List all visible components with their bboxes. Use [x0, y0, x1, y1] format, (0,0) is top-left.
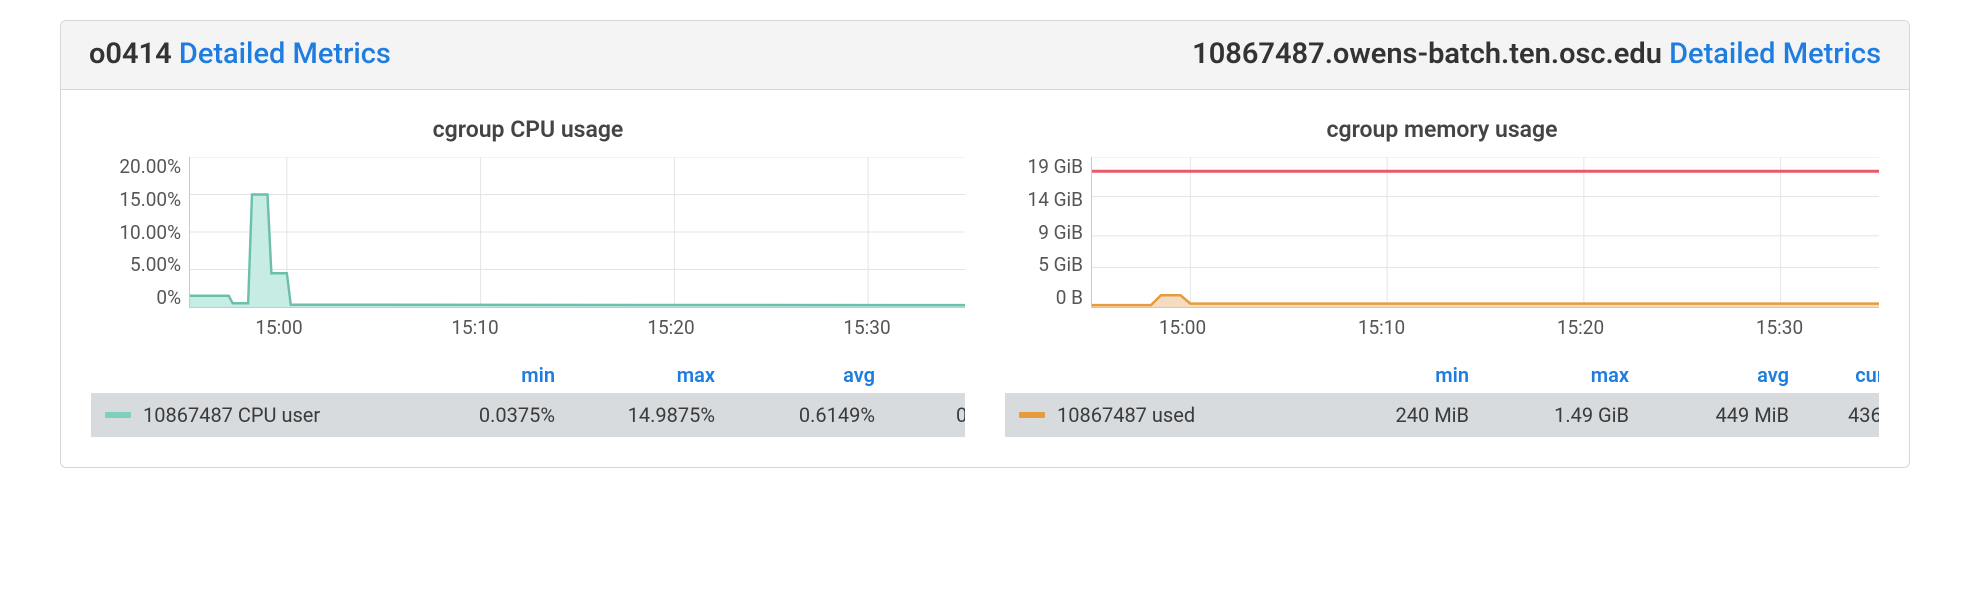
x-tick: 15:00	[1159, 316, 1206, 339]
stat-avg: 0.6149%	[725, 403, 885, 427]
y-tick: 5 GiB	[1038, 255, 1083, 274]
stat-avg: 449 MiB	[1639, 403, 1799, 427]
memory-chart: cgroup memory usage 19 GiB 14 GiB 9 GiB …	[1005, 116, 1879, 437]
y-tick: 20.00%	[119, 157, 181, 176]
col-max[interactable]: max	[1479, 363, 1639, 387]
x-tick: 15:10	[451, 316, 498, 339]
memory-legend: min max avg currer 10867487 used 240 MiB…	[1005, 357, 1879, 437]
cpu-x-axis: 15:00 15:10 15:20 15:30	[91, 308, 965, 339]
stat-min: 0.0375%	[405, 403, 565, 427]
cpu-series-line	[190, 195, 965, 306]
y-tick: 14 GiB	[1028, 190, 1083, 209]
memory-series-area	[1092, 295, 1879, 307]
memory-x-axis: 15:00 15:10 15:20 15:30	[1005, 308, 1879, 339]
series-swatch-icon	[105, 412, 131, 418]
cpu-legend-row[interactable]: 10867487 CPU user 0.0375% 14.9875% 0.614…	[91, 393, 965, 437]
memory-plot[interactable]	[1091, 157, 1879, 308]
y-tick: 9 GiB	[1038, 223, 1083, 242]
stat-max: 14.9875%	[565, 403, 725, 427]
job-name: 10867487.owens-batch.ten.osc.edu	[1192, 37, 1662, 71]
col-avg[interactable]: avg	[725, 363, 885, 387]
cpu-plot[interactable]	[189, 157, 965, 308]
cpu-y-axis: 20.00% 15.00% 10.00% 5.00% 0%	[91, 157, 189, 307]
cpu-legend: min max avg cur 10867487 CPU user 0.0375…	[91, 357, 965, 437]
x-tick: 15:00	[255, 316, 302, 339]
series-swatch-icon	[1019, 412, 1045, 418]
stat-max: 1.49 GiB	[1479, 403, 1639, 427]
series-name: 10867487 used	[1057, 403, 1195, 427]
x-tick: 15:30	[843, 316, 890, 339]
stat-cur: 0.05	[885, 403, 965, 427]
y-tick: 0%	[156, 288, 181, 307]
stat-cur: 436 Mi	[1799, 403, 1879, 427]
memory-chart-title: cgroup memory usage	[1005, 116, 1879, 143]
cpu-series-area	[190, 195, 965, 308]
x-tick: 15:20	[1557, 316, 1604, 339]
memory-y-axis: 19 GiB 14 GiB 9 GiB 5 GiB 0 B	[1005, 157, 1091, 307]
y-tick: 15.00%	[119, 190, 181, 209]
host-title: o0414 Detailed Metrics	[89, 37, 391, 71]
y-tick: 19 GiB	[1028, 157, 1083, 176]
host-detailed-metrics-link[interactable]: Detailed Metrics	[179, 37, 391, 71]
stat-min: 240 MiB	[1319, 403, 1479, 427]
x-tick: 15:20	[647, 316, 694, 339]
series-name: 10867487 CPU user	[143, 403, 320, 427]
memory-series-line	[1092, 295, 1879, 305]
col-avg[interactable]: avg	[1639, 363, 1799, 387]
y-tick: 10.00%	[119, 223, 181, 242]
col-cur[interactable]: cur	[885, 363, 965, 387]
cpu-chart: cgroup CPU usage 20.00% 15.00% 10.00% 5.…	[91, 116, 965, 437]
x-tick: 15:30	[1756, 316, 1803, 339]
col-max[interactable]: max	[565, 363, 725, 387]
host-name: o0414	[89, 37, 172, 71]
panel-header: o0414 Detailed Metrics 10867487.owens-ba…	[61, 21, 1909, 90]
col-min[interactable]: min	[405, 363, 565, 387]
y-tick: 0 B	[1056, 288, 1083, 307]
x-tick: 15:10	[1358, 316, 1405, 339]
memory-legend-row[interactable]: 10867487 used 240 MiB 1.49 GiB 449 MiB 4…	[1005, 393, 1879, 437]
y-tick: 5.00%	[130, 255, 181, 274]
metrics-panel: o0414 Detailed Metrics 10867487.owens-ba…	[60, 20, 1910, 468]
job-title: 10867487.owens-batch.ten.osc.edu Detaile…	[1192, 37, 1881, 71]
col-min[interactable]: min	[1319, 363, 1479, 387]
col-cur[interactable]: currer	[1799, 363, 1879, 387]
job-detailed-metrics-link[interactable]: Detailed Metrics	[1669, 37, 1881, 71]
cpu-chart-title: cgroup CPU usage	[91, 116, 965, 143]
